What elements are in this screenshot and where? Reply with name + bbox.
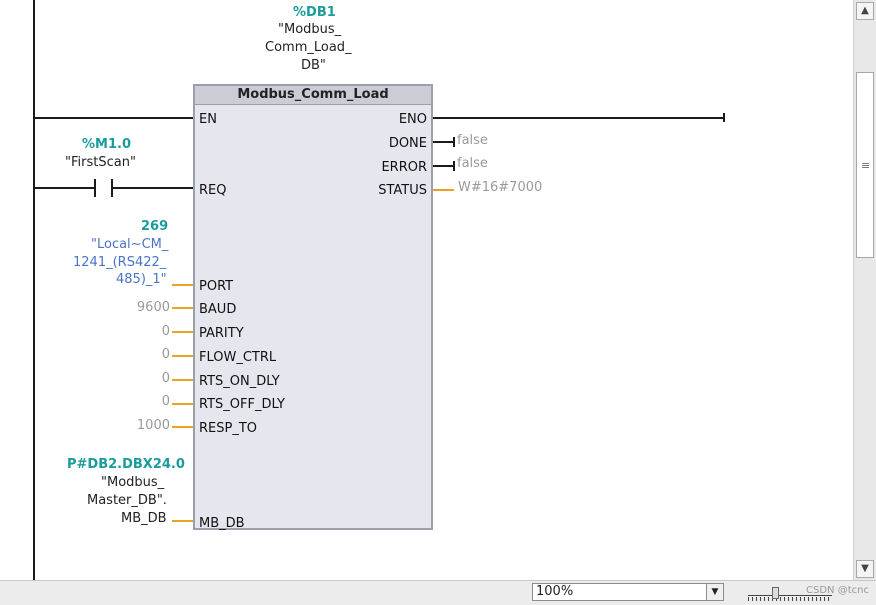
instance-db-address[interactable]: %DB1	[293, 5, 336, 20]
baud-value[interactable]: 9600	[120, 300, 170, 315]
resp-to-value[interactable]: 1000	[120, 418, 170, 433]
vertical-scrollbar[interactable]: ▲ ≡ ▼	[853, 0, 876, 580]
parity-value[interactable]: 0	[120, 324, 170, 339]
instance-db-name-line-3: DB"	[301, 58, 326, 73]
mb-db-wire	[172, 520, 193, 522]
instance-db-name-line-1: "Modbus_	[278, 22, 342, 37]
status-wire	[433, 189, 454, 191]
eno-wire-end-tick	[723, 113, 725, 122]
pin-rts-off-dly: RTS_OFF_DLY	[199, 397, 285, 412]
port-tag-line-1: "Local~CM_	[91, 237, 169, 252]
req-contact-tag-name: "FirstScan"	[65, 155, 136, 170]
pin-mb-db: MB_DB	[199, 516, 245, 531]
pin-baud: BAUD	[199, 302, 237, 317]
rts-on-dly-value[interactable]: 0	[120, 371, 170, 386]
req-contact-address[interactable]: %M1.0	[82, 137, 131, 152]
rts-off-dly-value[interactable]: 0	[120, 394, 170, 409]
error-wire-tick	[453, 161, 455, 171]
port-wire	[172, 284, 193, 286]
instance-db-name-line-2: Comm_Load_	[265, 40, 352, 55]
scroll-up-icon[interactable]: ▲	[856, 2, 874, 20]
pin-eno: ENO	[398, 112, 427, 127]
block-title: Modbus_Comm_Load	[195, 86, 431, 105]
baud-wire	[172, 307, 193, 309]
eno-rung-wire	[433, 117, 725, 119]
scroll-down-icon[interactable]: ▼	[856, 560, 874, 578]
done-wire-tick	[453, 137, 455, 147]
pin-parity: PARITY	[199, 326, 244, 341]
status-value[interactable]: W#16#7000	[458, 180, 542, 195]
error-value[interactable]: false	[457, 156, 488, 171]
rts-off-dly-wire	[172, 403, 193, 405]
pin-error: ERROR	[381, 160, 427, 175]
watermark: CSDN @tcnc	[806, 585, 869, 596]
pin-flow-ctrl: FLOW_CTRL	[199, 350, 277, 365]
port-value[interactable]: 269	[141, 219, 168, 234]
modbus-comm-load-block[interactable]: Modbus_Comm_Load EN REQ PORT BAUD PARITY…	[193, 84, 433, 531]
req-left-wire	[35, 187, 95, 189]
error-wire	[433, 165, 454, 167]
dropdown-arrow-icon[interactable]: ▼	[706, 583, 724, 601]
done-value[interactable]: false	[457, 133, 488, 148]
parity-wire	[172, 331, 193, 333]
mb-db-tag-line-1: "Modbus_	[101, 475, 165, 490]
flow-ctrl-wire	[172, 355, 193, 357]
port-tag-line-2: 1241_(RS422_	[73, 255, 167, 270]
pin-en: EN	[199, 112, 217, 127]
resp-to-wire	[172, 426, 193, 428]
flow-ctrl-value[interactable]: 0	[120, 347, 170, 362]
contact-left-bar[interactable]	[94, 179, 96, 197]
scrollbar-thumb[interactable]: ≡	[856, 72, 874, 258]
zoom-slider-ticks	[748, 597, 832, 601]
ladder-network-canvas[interactable]: %DB1 "Modbus_ Comm_Load_ DB" %M1.0 "Firs…	[0, 0, 853, 580]
zoom-slider-knob[interactable]	[772, 587, 779, 599]
done-wire	[433, 141, 454, 143]
pin-port: PORT	[199, 279, 234, 294]
pin-rts-on-dly: RTS_ON_DLY	[199, 374, 280, 389]
zoom-select[interactable]: 100%	[532, 583, 724, 601]
rts-on-dly-wire	[172, 379, 193, 381]
port-tag-line-3: 485)_1"	[116, 272, 167, 287]
mb-db-address[interactable]: P#DB2.DBX24.0	[67, 457, 185, 472]
req-right-wire	[113, 187, 193, 189]
pin-resp-to: RESP_TO	[199, 421, 258, 436]
power-rail	[33, 0, 35, 580]
mb-db-tag-line-2: Master_DB".	[87, 493, 167, 508]
en-rung-wire	[35, 117, 193, 119]
pin-status: STATUS	[378, 183, 427, 198]
status-bar	[0, 580, 876, 605]
pin-done: DONE	[388, 136, 427, 151]
mb-db-tag-line-3: MB_DB	[121, 511, 167, 526]
pin-req: REQ	[199, 183, 227, 198]
grip-icon: ≡	[861, 159, 871, 172]
